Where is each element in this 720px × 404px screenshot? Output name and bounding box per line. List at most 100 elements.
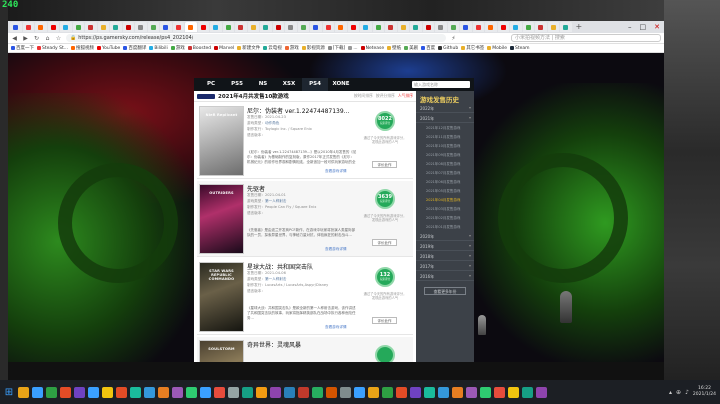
taskbar-app-icon[interactable] (46, 386, 57, 398)
browser-tab[interactable] (47, 22, 59, 32)
platform-tab-xone[interactable]: XONE (328, 78, 354, 91)
browser-tab[interactable] (485, 22, 497, 32)
more-years-button[interactable]: 查看更多年份 (424, 287, 466, 295)
browser-tab[interactable] (85, 22, 97, 32)
browser-tab[interactable] (510, 22, 522, 32)
minimize-icon[interactable]: – (628, 23, 632, 31)
windows-start-icon[interactable]: ⊞ (0, 380, 18, 404)
bookmark-item[interactable]: Mobile (487, 46, 507, 51)
browser-tab[interactable] (460, 22, 472, 32)
sidebar-month[interactable]: 2021年04月发售游戏 (416, 195, 474, 204)
more-info-link[interactable]: 查看游戏详情 (325, 247, 347, 252)
browser-tab[interactable] (560, 22, 572, 32)
game-cover[interactable]: NieR Replicant (199, 106, 244, 176)
rate-button[interactable]: 评价此作 (372, 161, 397, 168)
browser-tab[interactable] (410, 22, 422, 32)
browser-tab[interactable] (385, 22, 397, 32)
bookmark-item[interactable]: ... (348, 46, 358, 51)
browser-tab[interactable] (197, 22, 209, 32)
more-info-link[interactable]: 查看游戏详情 (325, 325, 347, 330)
game-title[interactable]: 先驱者 (247, 184, 265, 193)
sidebar-year[interactable]: 2016年 (416, 271, 474, 281)
game-search-input[interactable]: 输入游戏名称 (412, 81, 470, 88)
browser-tab[interactable] (447, 22, 459, 32)
bookmark-item[interactable]: 美剧 (404, 45, 418, 51)
taskbar-app-icon[interactable] (200, 386, 211, 398)
taskbar-app-icon[interactable] (116, 386, 127, 398)
platform-tab-ps5[interactable]: PS5 (224, 78, 250, 91)
taskbar-app-icon[interactable] (452, 386, 463, 398)
genre-value[interactable]: 第一人称射击 (265, 277, 287, 281)
taskbar-app-icon[interactable] (32, 386, 43, 398)
bookmark-item[interactable]: 其它书签 (461, 45, 484, 51)
sidebar-month[interactable]: 2021年07月发售游戏 (416, 168, 474, 177)
browser-tab[interactable] (22, 22, 34, 32)
taskbar-app-icon[interactable] (494, 386, 505, 398)
game-title[interactable]: 尼尔：伪装者 ver.1.22474487139... (247, 106, 349, 115)
game-cover[interactable]: STAR WARS REPUBLIC COMMANDO (199, 262, 244, 332)
sidebar-year[interactable]: 2022年 (416, 103, 474, 113)
sort-by-time[interactable]: 按时间排序 (354, 93, 373, 99)
browser-tab[interactable] (335, 22, 347, 32)
taskbar-app-icon[interactable] (242, 386, 253, 398)
browser-tab[interactable] (122, 22, 134, 32)
bookmark-item[interactable]: Steam (509, 46, 530, 51)
game-cover[interactable]: OUTRIDERS (199, 184, 244, 254)
sidebar-year[interactable]: 2019年 (416, 241, 474, 251)
browser-tab[interactable] (10, 22, 22, 32)
browser-tab[interactable] (285, 22, 297, 32)
new-tab-icon[interactable]: + (576, 22, 583, 32)
bookmark-item[interactable]: 百度 (421, 45, 435, 51)
taskbar-app-icon[interactable] (102, 386, 113, 398)
bookmark-item[interactable]: Marvel (214, 46, 234, 51)
taskbar-app-icon[interactable] (368, 386, 379, 398)
platform-tab-xsx[interactable]: XSX (276, 78, 302, 91)
taskbar-app-icon[interactable] (340, 386, 351, 398)
browser-tab[interactable] (60, 22, 72, 32)
rate-button[interactable]: 评价此作 (372, 239, 397, 246)
browser-tab[interactable] (72, 22, 84, 32)
sidebar-month[interactable]: 2021年09月发售游戏 (416, 150, 474, 159)
taskbar-app-icon[interactable] (410, 386, 421, 398)
browser-tab[interactable] (547, 22, 559, 32)
bookmark-item[interactable]: Github (438, 46, 458, 51)
browser-tab[interactable] (147, 22, 159, 32)
browser-tab[interactable] (260, 22, 272, 32)
browser-tab[interactable] (235, 22, 247, 32)
bookmark-item[interactable]: 百度一下 (11, 45, 34, 51)
bookmark-item[interactable]: 游戏 (284, 45, 299, 51)
sidebar-year[interactable]: 2020年 (416, 231, 474, 241)
star-icon[interactable]: ☆ (55, 35, 62, 42)
taskbar-app-icon[interactable] (228, 386, 239, 398)
browser-tab[interactable] (135, 22, 147, 32)
browser-tab[interactable] (97, 22, 109, 32)
browser-tab[interactable] (185, 22, 197, 32)
rate-button[interactable]: 评价此作 (372, 317, 397, 324)
taskbar-app-icon[interactable] (466, 386, 477, 398)
clock[interactable]: 16:22 2021/1/24 (693, 386, 716, 398)
taskbar-app-icon[interactable] (438, 386, 449, 398)
browser-tab[interactable] (360, 22, 372, 32)
reload-icon[interactable]: ↻ (33, 35, 40, 42)
sidebar-year[interactable]: 2021年 (416, 113, 474, 123)
sidebar-year[interactable]: 2018年 (416, 251, 474, 261)
extension-icon[interactable]: ⚡ (450, 35, 457, 42)
browser-tab[interactable] (160, 22, 172, 32)
browser-tab[interactable] (535, 22, 547, 32)
taskbar-app-icon[interactable] (74, 386, 85, 398)
taskbar-app-icon[interactable] (186, 386, 197, 398)
sidebar-month[interactable]: 2021年01月发售游戏 (416, 222, 474, 231)
browser-tab[interactable] (297, 22, 309, 32)
taskbar-app-icon[interactable] (536, 386, 547, 398)
sidebar-month[interactable]: 2021年12月发售游戏 (416, 123, 474, 132)
browser-tab[interactable] (172, 22, 184, 32)
bookmark-item[interactable]: 百度翻译 (123, 45, 146, 51)
browser-tab[interactable] (435, 22, 447, 32)
taskbar-app-icon[interactable] (396, 386, 407, 398)
sidebar-month[interactable]: 2021年08月发售游戏 (416, 159, 474, 168)
taskbar-app-icon[interactable] (144, 386, 155, 398)
taskbar-app-icon[interactable] (130, 386, 141, 398)
bookmark-item[interactable]: [下载] (327, 45, 345, 51)
browser-tab[interactable] (497, 22, 509, 32)
taskbar-app-icon[interactable] (60, 386, 71, 398)
